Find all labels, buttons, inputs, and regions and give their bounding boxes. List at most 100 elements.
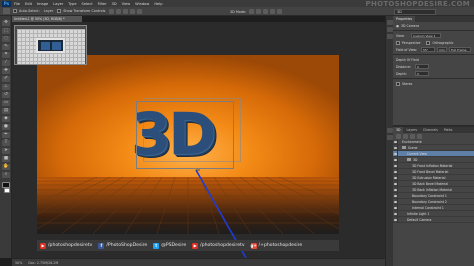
- move-tool-icon[interactable]: [3, 8, 10, 14]
- 3d-secondary-view[interactable]: [14, 25, 87, 65]
- visibility-eye-icon[interactable]: [393, 211, 398, 216]
- menu-file[interactable]: File: [14, 2, 20, 6]
- gradient-tool[interactable]: ▤: [2, 108, 10, 114]
- visibility-eye-icon[interactable]: [393, 199, 398, 204]
- lens-dropdown[interactable]: Full Frame: [449, 47, 471, 52]
- zoom-tool[interactable]: ⌕: [2, 172, 10, 178]
- drag-3d-icon[interactable]: [263, 9, 269, 14]
- menu-help[interactable]: Help: [154, 2, 162, 6]
- history-brush-tool[interactable]: ↺: [2, 92, 10, 98]
- brush-tool[interactable]: ✐: [2, 76, 10, 82]
- align-left-icon[interactable]: [130, 8, 136, 14]
- filter-lights-icon[interactable]: [417, 133, 422, 139]
- scene-tree-item[interactable]: Default Camera: [393, 217, 474, 223]
- visibility-eye-icon[interactable]: [393, 157, 398, 162]
- fov-input[interactable]: 55°: [421, 47, 435, 52]
- visibility-eye-icon[interactable]: [393, 187, 398, 192]
- marquee-tool[interactable]: ⬚: [2, 28, 10, 34]
- gradient-icon: ▤: [3, 108, 9, 113]
- eraser-tool[interactable]: ▭: [2, 100, 10, 106]
- auto-select-dropdown[interactable]: Layer: [44, 9, 53, 13]
- depth-input[interactable]: 0: [415, 71, 429, 76]
- auto-select-checkbox[interactable]: [13, 9, 17, 13]
- distance-input[interactable]: 0: [415, 64, 429, 69]
- filter-meshes-icon[interactable]: [403, 133, 408, 139]
- filter-materials-icon[interactable]: [410, 133, 415, 139]
- slide-3d-icon[interactable]: [270, 9, 276, 14]
- scene-tree-item-label: Boundary Constraint 2: [412, 199, 447, 204]
- scene-tree-item-label: 3D Back Bevel Material: [412, 181, 448, 186]
- healing-tool[interactable]: ✚: [2, 68, 10, 74]
- menu-view[interactable]: View: [122, 2, 131, 6]
- menu-filter[interactable]: Filter: [98, 2, 107, 6]
- social-link-label: /PhotoShopDesire: [106, 243, 148, 248]
- path-select-icon: ➤: [4, 148, 8, 153]
- social-link[interactable]: ▶ /photoshopdesiretv: [40, 242, 93, 249]
- scene-tree-item-label: Current View: [407, 151, 427, 156]
- social-link-label: /photoshopdesiretv: [200, 243, 245, 248]
- visibility-eye-icon[interactable]: [393, 139, 398, 144]
- menu-type[interactable]: Type: [68, 2, 76, 6]
- 3d-scene-panel: 3D Layers Channels Paths Environment Scen…: [393, 125, 474, 266]
- status-bar: 50% Doc: 2.75M/26.2M: [12, 258, 385, 266]
- visibility-eye-icon[interactable]: [393, 217, 398, 222]
- quick-select-tool[interactable]: ✎: [2, 44, 10, 50]
- visibility-eye-icon[interactable]: [393, 193, 398, 198]
- social-link-label: /photoshopdesiretv: [48, 243, 93, 248]
- align-bottom-icon[interactable]: [123, 8, 129, 14]
- path-select-tool[interactable]: ➤: [2, 148, 10, 154]
- social-link[interactable]: f /PhotoShopDesire: [98, 242, 148, 249]
- eyedropper-tool[interactable]: ⁄: [2, 60, 10, 66]
- view-dropdown[interactable]: Custom View 1: [411, 33, 441, 38]
- move-tool[interactable]: ✥: [2, 20, 10, 26]
- visibility-eye-icon[interactable]: [393, 151, 398, 156]
- scale-3d-icon[interactable]: [277, 9, 283, 14]
- canvas[interactable]: 3D 3D: [37, 55, 339, 234]
- depth-row: Depth: 0: [393, 70, 474, 77]
- scene-tree-item-label: Internal Constraint 1: [412, 205, 444, 210]
- visibility-eye-icon[interactable]: [393, 169, 398, 174]
- menu-edit[interactable]: Edit: [25, 2, 32, 6]
- visibility-eye-icon[interactable]: [393, 205, 398, 210]
- visibility-eye-icon[interactable]: [393, 175, 398, 180]
- hand-tool[interactable]: ✋: [2, 164, 10, 170]
- social-link-label: @PSDesire: [161, 243, 187, 248]
- crop-tool[interactable]: ⌗: [2, 52, 10, 58]
- social-link[interactable]: g+ /+photoshopdesire: [250, 242, 302, 249]
- filter-scene-icon[interactable]: [396, 133, 401, 139]
- show-transform-checkbox[interactable]: [57, 9, 62, 13]
- menu-select[interactable]: Select: [82, 2, 93, 6]
- shape-tool[interactable]: ■: [2, 156, 10, 162]
- visibility-eye-icon[interactable]: [393, 163, 398, 168]
- visibility-eye-icon[interactable]: [393, 181, 398, 186]
- lasso-tool[interactable]: ◌: [2, 36, 10, 42]
- social-link[interactable]: ▶ /photoshopdesiretv: [192, 242, 245, 249]
- 3d-bounding-box[interactable]: [136, 101, 234, 169]
- dodge-tool[interactable]: ●: [2, 124, 10, 130]
- orthographic-radio[interactable]: [426, 40, 431, 45]
- social-link[interactable]: t @PSDesire: [153, 242, 187, 249]
- menu-window[interactable]: Window: [135, 2, 149, 6]
- menu-3d[interactable]: 3D: [112, 2, 117, 6]
- blur-tool[interactable]: ◆: [2, 116, 10, 122]
- align-top-icon[interactable]: [109, 8, 115, 14]
- rotate-3d-icon[interactable]: [249, 9, 255, 14]
- workspace-switcher[interactable]: 3D: [394, 8, 436, 15]
- pen-tool[interactable]: ✒: [2, 132, 10, 138]
- align-center-icon[interactable]: [137, 8, 143, 14]
- align-middle-icon[interactable]: [116, 8, 122, 14]
- zoom-level[interactable]: 50%: [15, 261, 22, 265]
- visibility-eye-icon[interactable]: [393, 145, 398, 150]
- menu-image[interactable]: Image: [37, 2, 48, 6]
- type-tool[interactable]: T: [2, 140, 10, 146]
- menu-layer[interactable]: Layer: [53, 2, 63, 6]
- stamp-tool[interactable]: ⊥: [2, 84, 10, 90]
- stamp-icon: ⊥: [4, 84, 8, 89]
- background-color-swatch[interactable]: [4, 188, 10, 193]
- dof-row: Depth Of Field: [393, 56, 474, 63]
- perspective-radio[interactable]: [396, 40, 400, 45]
- view-label: View:: [396, 33, 405, 38]
- roll-3d-icon[interactable]: [256, 9, 262, 14]
- stereo-checkbox[interactable]: [396, 81, 400, 86]
- fov-unit-dropdown[interactable]: mm: [437, 47, 447, 52]
